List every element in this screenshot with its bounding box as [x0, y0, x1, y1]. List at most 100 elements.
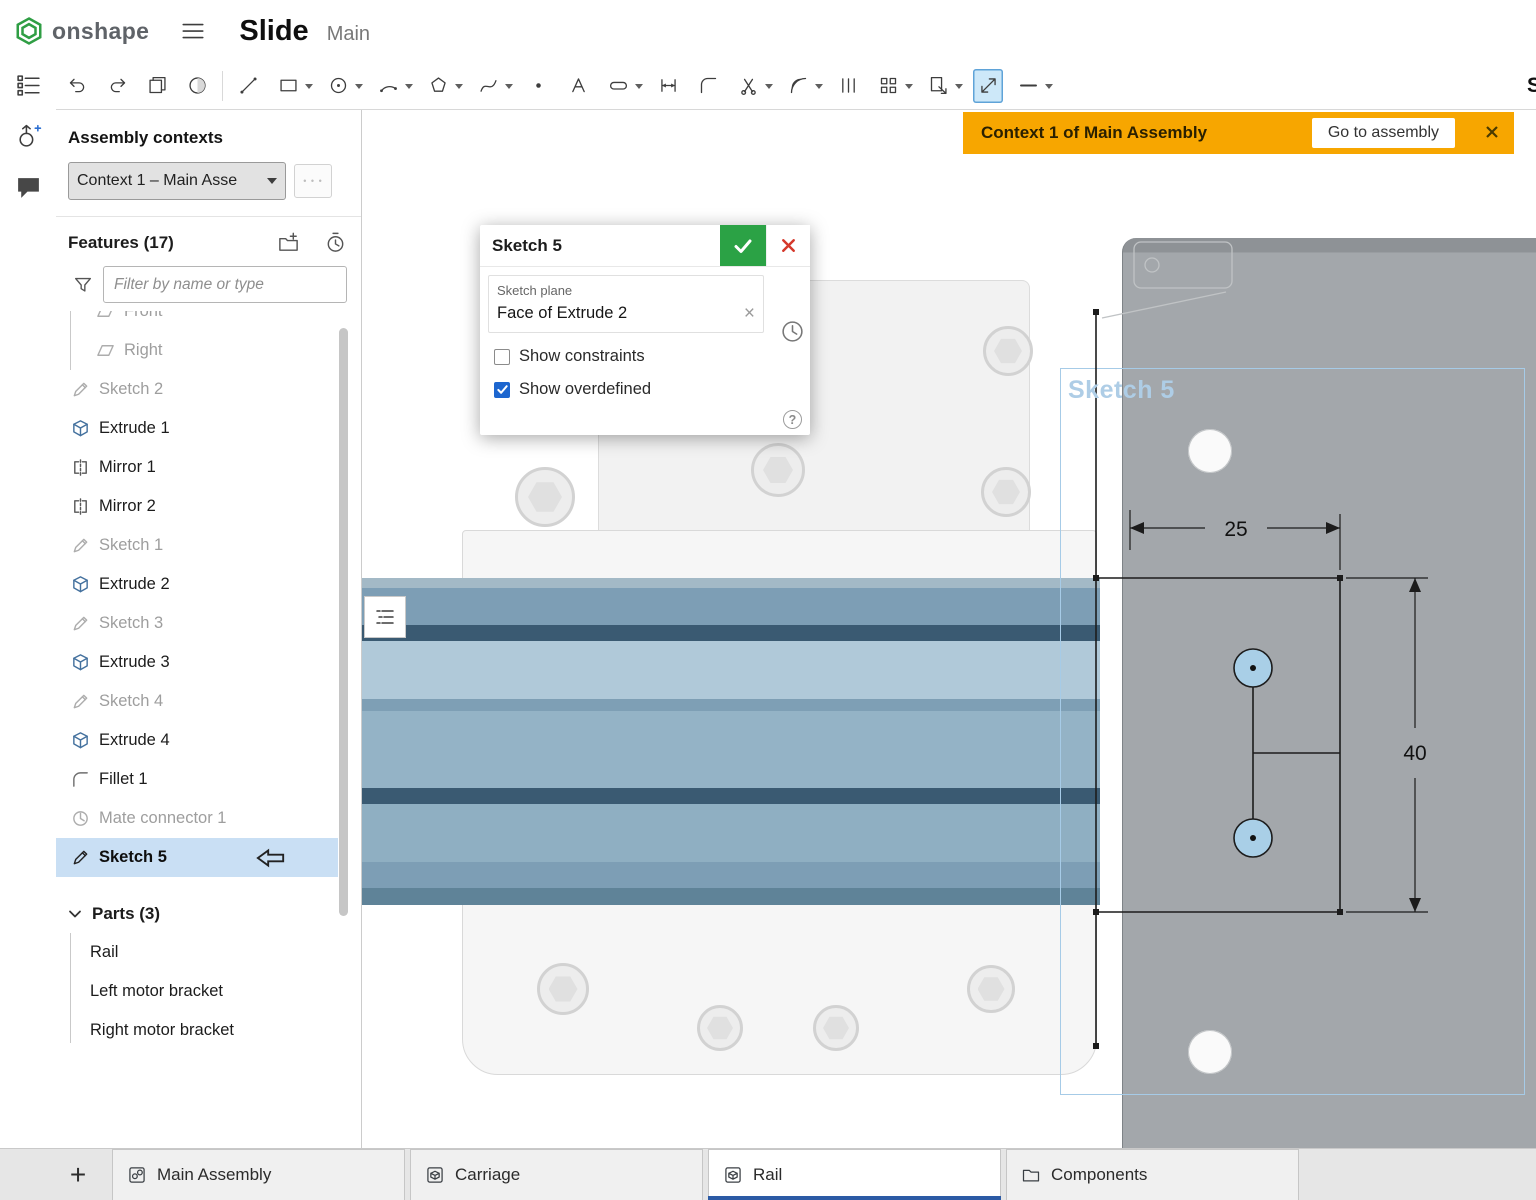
offset-tool-button[interactable]: [783, 69, 813, 103]
chevron-down-icon[interactable]: [305, 84, 313, 93]
feature-list-flyout-button[interactable]: [364, 596, 406, 638]
show-overdefined-option[interactable]: Show overdefined: [494, 380, 802, 399]
show-constraints-checkbox[interactable]: [494, 349, 510, 365]
tab-label: Main Assembly: [157, 1165, 271, 1185]
chevron-down-icon[interactable]: [1045, 84, 1053, 93]
feature-item-right[interactable]: Right: [56, 331, 338, 370]
feature-item-extrude3[interactable]: Extrude 3: [56, 643, 338, 682]
chevron-down-icon[interactable]: [815, 84, 823, 93]
feature-item-fillet1[interactable]: Fillet 1: [56, 760, 338, 799]
feature-item-extrude4[interactable]: Extrude 4: [56, 721, 338, 760]
chevron-down-icon[interactable]: [455, 84, 463, 93]
chevron-down-icon: [68, 907, 82, 921]
sketch-rectangle[interactable]: [1096, 578, 1340, 912]
chevron-down-icon[interactable]: [905, 84, 913, 93]
workspace-name[interactable]: Main: [327, 16, 370, 46]
export-dxf-button[interactable]: [923, 69, 953, 103]
cancel-x-button[interactable]: [766, 225, 810, 266]
feature-item-extrude1[interactable]: Extrude 1: [56, 409, 338, 448]
new-tab-button[interactable]: +: [56, 1149, 100, 1200]
confirm-check-button[interactable]: [720, 225, 766, 266]
spline-tool-button[interactable]: [473, 69, 503, 103]
feature-label: Sketch 3: [99, 614, 163, 633]
feature-item-mate-connector1[interactable]: Mate connector 1: [56, 799, 338, 838]
measure-tool-button[interactable]: [973, 69, 1003, 103]
chevron-down-icon[interactable]: [405, 84, 413, 93]
tab-carriage[interactable]: Carriage: [410, 1149, 703, 1200]
dimension-25-label[interactable]: 25: [1224, 518, 1247, 541]
dimension-40-label[interactable]: 40: [1403, 742, 1426, 765]
sketch-toolbar: S: [0, 62, 1536, 110]
line-tool-button[interactable]: [233, 69, 263, 103]
feature-list-scrollbar[interactable]: [339, 328, 348, 916]
graphics-viewport[interactable]: 25 40 Sketch 5 Context 1 of Main Assembl…: [362, 110, 1536, 1148]
chevron-down-icon[interactable]: [355, 84, 363, 93]
show-overdefined-checkbox[interactable]: [494, 382, 510, 398]
text-tool-button[interactable]: [563, 69, 593, 103]
main-menu-button[interactable]: [177, 14, 209, 48]
parts-header[interactable]: Parts (3): [56, 899, 361, 929]
part-item-right-motor-bracket[interactable]: Right motor bracket: [56, 1011, 361, 1050]
assembly-context-select[interactable]: Context 1 – Main Asse: [68, 162, 286, 200]
mate-connector-add-button[interactable]: [15, 123, 42, 150]
circle-tool-button[interactable]: [323, 69, 353, 103]
comment-icon[interactable]: [15, 174, 42, 201]
tab-rail[interactable]: Rail: [708, 1149, 1001, 1200]
sketch-plane-value[interactable]: Face of Extrude 2: [497, 304, 744, 323]
banner-close-icon[interactable]: [1482, 122, 1502, 142]
point-tool-button[interactable]: [523, 69, 553, 103]
chevron-down-icon[interactable]: [765, 84, 773, 93]
mate-connector-clock-icon[interactable]: [780, 319, 805, 344]
polygon-tool-button[interactable]: [423, 69, 453, 103]
clear-selection-icon[interactable]: ×: [744, 304, 755, 323]
rollback-bar-arrow-icon[interactable]: [256, 847, 286, 869]
copy-sketch-button[interactable]: [142, 69, 172, 103]
slot-tool-button[interactable]: [603, 69, 633, 103]
part-item-rail[interactable]: Rail: [56, 933, 361, 972]
pattern-tool-group: [873, 69, 913, 103]
onshape-logo[interactable]: onshape: [14, 16, 149, 46]
context-more-button[interactable]: • • •: [294, 164, 332, 198]
feature-item-sketch2[interactable]: Sketch 2: [56, 370, 338, 409]
rectangle-tool-button[interactable]: [273, 69, 303, 103]
feature-item-sketch5[interactable]: Sketch 5: [56, 838, 338, 877]
sketch-dialog-header: Sketch 5: [480, 225, 810, 267]
dimension-tool-button[interactable]: [653, 69, 683, 103]
trim-tool-button[interactable]: [733, 69, 763, 103]
tab-components[interactable]: Components: [1006, 1149, 1299, 1200]
feature-item-mirror1[interactable]: Mirror 1: [56, 448, 338, 487]
feature-filter-input[interactable]: [103, 266, 347, 303]
feature-tree-toggle-button[interactable]: [15, 72, 42, 99]
tab-main-assembly[interactable]: Main Assembly: [112, 1149, 405, 1200]
chevron-down-icon[interactable]: [955, 84, 963, 93]
line-style-button[interactable]: [1013, 69, 1043, 103]
constraint-tool-button[interactable]: [833, 69, 863, 103]
feature-item-sketch4[interactable]: Sketch 4: [56, 682, 338, 721]
tree-guide-line: [70, 311, 71, 370]
insert-image-button[interactable]: [182, 69, 212, 103]
help-icon[interactable]: ?: [783, 410, 802, 429]
part-item-left-motor-bracket[interactable]: Left motor bracket: [56, 972, 361, 1011]
feature-item-sketch3[interactable]: Sketch 3: [56, 604, 338, 643]
show-constraints-option[interactable]: Show constraints: [494, 347, 802, 366]
new-folder-icon[interactable]: [277, 231, 300, 254]
pattern-tool-button[interactable]: [873, 69, 903, 103]
feature-label: Extrude 3: [99, 653, 170, 672]
go-to-assembly-button[interactable]: Go to assembly: [1312, 118, 1455, 148]
feature-item-front[interactable]: Front: [56, 311, 338, 331]
undo-button[interactable]: [62, 69, 92, 103]
feature-item-mirror2[interactable]: Mirror 2: [56, 487, 338, 526]
arc-tool-button[interactable]: [373, 69, 403, 103]
feature-item-extrude2[interactable]: Extrude 2: [56, 565, 338, 604]
feature-item-sketch1[interactable]: Sketch 1: [56, 526, 338, 565]
show-constraints-label: Show constraints: [519, 347, 645, 366]
sketch-fillet-button[interactable]: [693, 69, 723, 103]
mate-connector-icon: [71, 809, 90, 828]
feature-filter-row: [56, 254, 361, 303]
chevron-down-icon[interactable]: [635, 84, 643, 93]
redo-button[interactable]: [102, 69, 132, 103]
feature-label: Sketch 4: [99, 692, 163, 711]
chevron-down-icon[interactable]: [505, 84, 513, 93]
history-icon[interactable]: [324, 231, 347, 254]
feature-label: Extrude 4: [99, 731, 170, 750]
